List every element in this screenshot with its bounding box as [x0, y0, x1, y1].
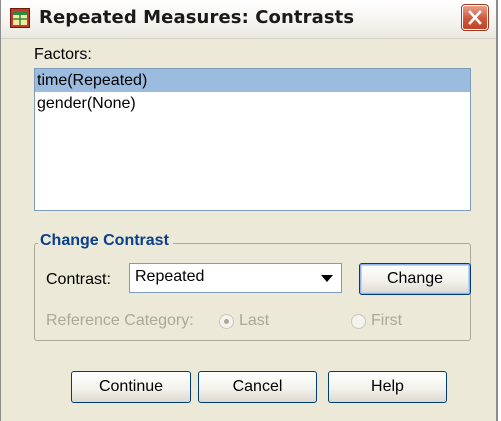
- close-icon: [468, 10, 482, 25]
- spss-dialog-icon: [10, 8, 30, 28]
- factors-label: Factors:: [34, 46, 92, 63]
- help-button[interactable]: Help: [328, 371, 447, 403]
- reference-first-radio[interactable]: [351, 314, 366, 329]
- title-bar[interactable]: Repeated Measures: Contrasts: [1, 0, 496, 39]
- continue-button[interactable]: Continue: [71, 371, 191, 403]
- window-title: Repeated Measures: Contrasts: [39, 7, 355, 28]
- factor-list-item[interactable]: time(Repeated): [35, 69, 470, 92]
- close-button[interactable]: [461, 4, 489, 31]
- factors-list[interactable]: time(Repeated) gender(None): [34, 68, 471, 211]
- reference-last-radio[interactable]: [219, 314, 234, 329]
- factor-list-item[interactable]: gender(None): [35, 92, 470, 115]
- contrasts-dialog: Repeated Measures: Contrasts Factors: ti…: [0, 0, 498, 421]
- radio-selected-dot: [224, 319, 229, 324]
- chevron-down-icon: [321, 275, 333, 282]
- cancel-button[interactable]: Cancel: [198, 371, 317, 403]
- change-contrast-title: Change Contrast: [38, 232, 173, 250]
- reference-first-label: First: [371, 312, 403, 329]
- contrast-label: Contrast:: [46, 271, 111, 288]
- contrast-dropdown-value: Repeated: [135, 268, 205, 285]
- contrast-dropdown[interactable]: Repeated: [129, 263, 342, 293]
- reference-category-label: Reference Category:: [46, 312, 194, 329]
- reference-last-label: Last: [239, 312, 270, 329]
- change-button[interactable]: Change: [359, 263, 471, 295]
